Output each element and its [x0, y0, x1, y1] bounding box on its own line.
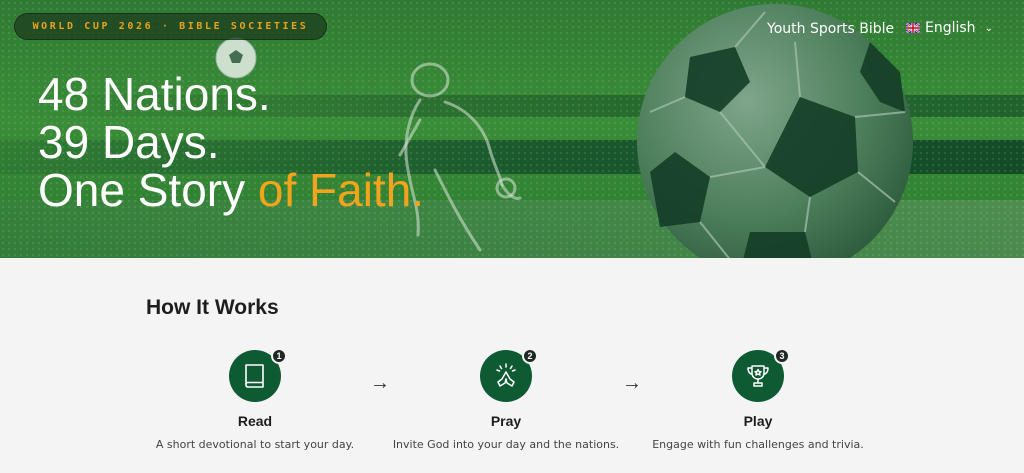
book-icon: [245, 364, 264, 388]
step-description: A short devotional to start your day.: [155, 438, 355, 451]
youth-sports-bible-link[interactable]: Youth Sports Bible: [767, 21, 894, 37]
hero-headline: 48 Nations. 39 Days. One Story of Faith.: [38, 70, 424, 214]
headline-line-3: One Story of Faith.: [38, 166, 424, 214]
step-number-badge: 1: [271, 348, 287, 364]
language-label: English: [925, 20, 976, 36]
hero-banner: WORLD CUP 2026 · BIBLE SOCIETIES Youth S…: [0, 0, 1024, 258]
step-play: 3 Play Engage with fun challenges and tr…: [628, 348, 888, 451]
language-selector[interactable]: English ⌄: [906, 20, 993, 36]
step-icon-circle: 3: [732, 348, 790, 402]
step-number-badge: 2: [522, 348, 538, 364]
step-icon-circle: 2: [480, 348, 538, 402]
step-number-badge: 3: [774, 348, 790, 364]
event-badge: WORLD CUP 2026 · BIBLE SOCIETIES: [14, 13, 327, 40]
step-name: Play: [743, 413, 773, 429]
headline-line-2: 39 Days.: [38, 116, 220, 168]
soccer-ball-illustration: [637, 4, 913, 258]
trophy-icon: [747, 365, 769, 387]
step-icon-circle: 1: [229, 348, 287, 402]
step-description: Engage with fun challenges and trivia.: [652, 438, 864, 451]
step-description: Invite God into your day and the nations…: [392, 438, 620, 451]
uk-flag-icon: [906, 23, 920, 33]
headline-line-1: 48 Nations.: [38, 68, 271, 120]
step-name: Read: [237, 413, 273, 429]
headline-line-3-plain: One Story: [38, 164, 258, 216]
step-read: 1 Read A short devotional to start your …: [125, 348, 385, 451]
step-pray: 2 Pray Invite God into your day and the …: [376, 348, 636, 451]
headline-accent: of Faith.: [257, 164, 425, 216]
how-it-works-title: How It Works: [146, 296, 279, 319]
praying-hands-icon: [496, 363, 516, 387]
chevron-down-icon: ⌄: [984, 22, 993, 34]
step-name: Pray: [490, 413, 522, 429]
